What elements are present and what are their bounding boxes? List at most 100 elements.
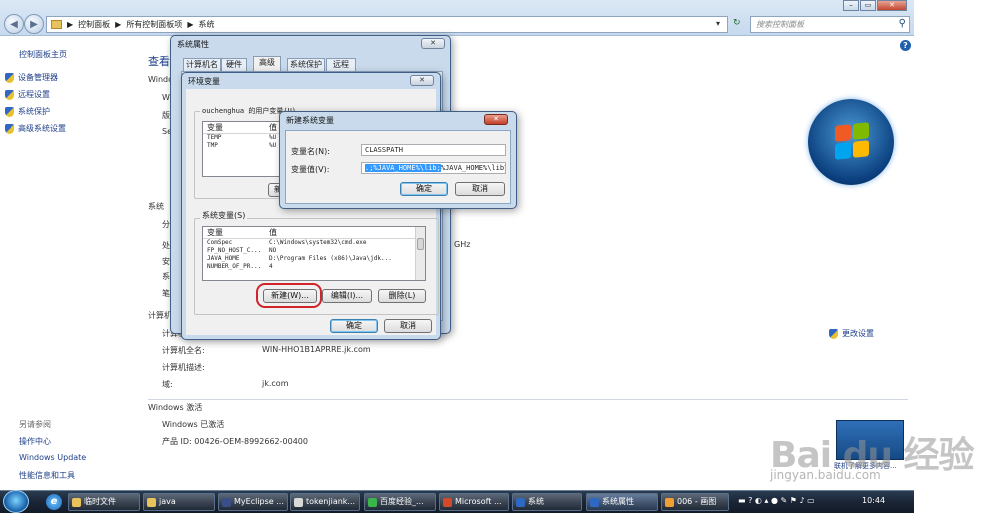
taskbar-label: tokenjiank... bbox=[306, 497, 356, 506]
folder-icon bbox=[147, 498, 156, 507]
tab-advanced[interactable]: 高级 bbox=[253, 56, 281, 71]
system-icon bbox=[590, 498, 599, 507]
edit-variable-button[interactable]: 编辑(I)... bbox=[322, 289, 372, 303]
close-icon[interactable]: ✕ bbox=[421, 38, 445, 49]
refresh-icon[interactable]: ↻ bbox=[733, 18, 741, 28]
taskbar-item-paint[interactable]: 006 - 画图 bbox=[661, 493, 729, 511]
sidebar-item-label: 设备管理器 bbox=[18, 73, 58, 82]
taskbar-item-myeclipse[interactable]: MyEclipse ... bbox=[218, 493, 288, 511]
column-header-variable[interactable]: 变量 bbox=[203, 122, 269, 133]
sidebar-item-device-manager[interactable]: 设备管理器 bbox=[5, 72, 58, 83]
user-variables-list[interactable]: 变量值 TEMP %U TMP %U bbox=[202, 121, 282, 177]
control-panel-home-link[interactable]: 控制面板主页 bbox=[19, 49, 67, 60]
variable-name-field[interactable]: CLASSPATH bbox=[361, 144, 506, 156]
delete-variable-button[interactable]: 删除(L) bbox=[378, 289, 426, 303]
newvar-cancel-button[interactable]: 取消 bbox=[455, 182, 505, 196]
taskbar-item-microsoft[interactable]: Microsoft ... bbox=[439, 493, 509, 511]
table-row[interactable]: ComSpec C:\Windows\system32\cmd.exe bbox=[203, 239, 425, 247]
sidebar-item-label: 远程设置 bbox=[18, 90, 50, 99]
table-row[interactable]: JAVA_HOME D:\Program Files (x86)\Java\jdk… bbox=[203, 255, 425, 263]
flag-yellow bbox=[853, 140, 869, 158]
value-text: %JAVA_HOME%\lib\t bbox=[440, 164, 506, 172]
newvar-ok-button[interactable]: 确定 bbox=[400, 182, 448, 196]
taskbar-item-temp-files[interactable]: 临时文件 bbox=[68, 493, 140, 511]
divider bbox=[148, 399, 908, 400]
sidebar-item-label: 系统保护 bbox=[18, 107, 50, 116]
breadcrumb-system[interactable]: 系统 bbox=[198, 19, 214, 30]
column-header-variable[interactable]: 变量 bbox=[203, 227, 269, 238]
taskbar-item-tokenjiank[interactable]: tokenjiank... bbox=[290, 493, 360, 511]
maximize-button[interactable]: ▭ bbox=[860, 0, 876, 11]
var-name: JAVA_HOME bbox=[207, 255, 240, 262]
sidebar-item-label: 高级系统设置 bbox=[18, 124, 66, 133]
history-dropdown-icon[interactable]: ▾ bbox=[716, 19, 720, 28]
see-also-action-center[interactable]: 操作中心 bbox=[19, 436, 51, 447]
column-header-value[interactable]: 值 bbox=[269, 227, 425, 238]
dialog-title: 环境变量 bbox=[188, 77, 220, 86]
flag-blue bbox=[835, 142, 851, 160]
breadcrumb-control-panel[interactable]: 控制面板 bbox=[78, 19, 110, 30]
close-window-button[interactable]: ✕ bbox=[877, 0, 907, 11]
processor-ghz: GHz bbox=[454, 240, 471, 249]
minimize-button[interactable]: – bbox=[843, 0, 859, 11]
sidebar-item-advanced-settings[interactable]: 高级系统设置 bbox=[5, 123, 66, 134]
shield-icon bbox=[5, 89, 14, 100]
full-name-label: 计算机全名: bbox=[162, 346, 205, 355]
memory-label: 安 bbox=[162, 257, 170, 266]
taskbar-item-system[interactable]: 系统 bbox=[512, 493, 582, 511]
back-button[interactable]: ◀ bbox=[4, 14, 24, 34]
taskbar-label: 临时文件 bbox=[84, 497, 116, 506]
table-row[interactable]: FP_NO_HOST_C... NO bbox=[203, 247, 425, 255]
tab-remote[interactable]: 远程 bbox=[326, 58, 356, 71]
help-icon[interactable]: ? bbox=[900, 40, 911, 51]
chevron-right-icon: ▶ bbox=[187, 20, 194, 29]
change-settings-link[interactable]: 更改设置 bbox=[829, 328, 874, 339]
taskbar-clock[interactable]: 10:44 bbox=[862, 496, 885, 505]
var-value: 4 bbox=[269, 263, 273, 270]
var-value: D:\Program Files (x86)\Java\jdk... bbox=[269, 255, 392, 262]
vertical-scrollbar[interactable] bbox=[415, 227, 425, 280]
scrollbar-thumb[interactable] bbox=[417, 238, 424, 250]
var-name: TMP bbox=[207, 142, 218, 149]
tab-hardware[interactable]: 硬件 bbox=[221, 58, 247, 71]
system-icon bbox=[516, 498, 525, 507]
close-icon[interactable]: ✕ bbox=[484, 114, 508, 125]
system-variables-list[interactable]: 变量值 ComSpec C:\Windows\system32\cmd.exe F… bbox=[202, 226, 426, 281]
taskbar-label: MyEclipse ... bbox=[234, 497, 284, 506]
forward-button[interactable]: ▶ bbox=[24, 14, 44, 34]
paint-icon bbox=[665, 498, 674, 507]
sidebar-item-system-protection[interactable]: 系统保护 bbox=[5, 106, 50, 117]
search-icon[interactable]: ⚲ bbox=[899, 18, 906, 29]
var-name: NUMBER_OF_PR... bbox=[207, 263, 262, 270]
start-button[interactable] bbox=[3, 490, 29, 513]
copyright-label: 版 bbox=[162, 111, 170, 120]
shield-icon bbox=[5, 123, 14, 134]
see-also-performance[interactable]: 性能信息和工具 bbox=[19, 470, 75, 481]
variable-name-label: 变量名(N): bbox=[291, 147, 330, 156]
list-item[interactable]: TMP %U bbox=[203, 142, 281, 150]
system-variables-label: 系统变量(S) bbox=[200, 210, 248, 221]
taskbar-label: 系统 bbox=[528, 497, 544, 506]
search-input[interactable]: 搜索控制面板 ⚲ bbox=[750, 16, 910, 33]
ie-icon[interactable]: e bbox=[46, 494, 62, 510]
windows-logo-icon bbox=[808, 99, 894, 185]
domain-value: jk.com bbox=[262, 379, 289, 388]
system-tray-icons[interactable]: ▬ ? ◐ ▴ ● ✎ ⚑ ♪ ▭ bbox=[738, 496, 815, 505]
envvars-ok-button[interactable]: 确定 bbox=[330, 319, 378, 333]
tab-system-protection[interactable]: 系统保护 bbox=[287, 58, 325, 71]
envvars-cancel-button[interactable]: 取消 bbox=[384, 319, 432, 333]
see-also-windows-update[interactable]: Windows Update bbox=[19, 453, 86, 462]
taskbar-item-java[interactable]: java bbox=[143, 493, 215, 511]
taskbar-item-baidu[interactable]: 百度经验_... bbox=[364, 493, 436, 511]
variable-value-field[interactable]: .;%JAVA_HOME%\lib;%JAVA_HOME%\lib\t bbox=[361, 162, 506, 174]
taskbar-item-system-properties[interactable]: 系统属性 bbox=[586, 493, 658, 511]
address-bar[interactable]: ▶ 控制面板 ▶ 所有控制面板项 ▶ 系统 bbox=[46, 16, 728, 33]
close-icon[interactable]: ✕ bbox=[410, 75, 434, 86]
sidebar-item-remote-settings[interactable]: 远程设置 bbox=[5, 89, 50, 100]
table-row[interactable]: NUMBER_OF_PR... 4 bbox=[203, 263, 425, 271]
tab-computer-name[interactable]: 计算机名 bbox=[183, 58, 221, 71]
list-item[interactable]: TEMP %U bbox=[203, 134, 281, 142]
breadcrumb-all-items[interactable]: 所有控制面板项 bbox=[126, 19, 182, 30]
var-value: NO bbox=[269, 247, 277, 254]
pen-touch-label: 笔 bbox=[162, 289, 170, 298]
